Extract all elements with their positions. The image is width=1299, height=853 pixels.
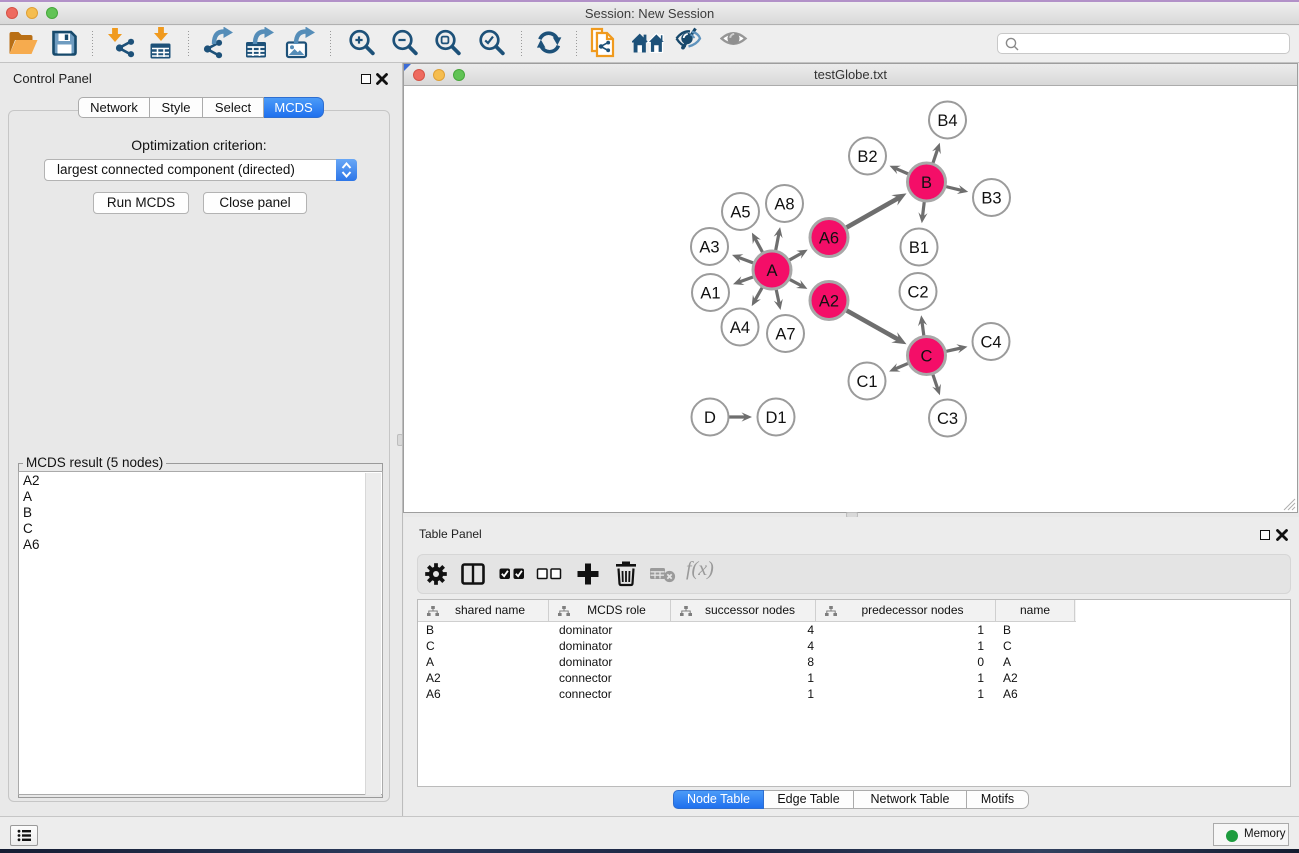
svg-text:A6: A6	[819, 230, 839, 248]
svg-text:A: A	[766, 262, 777, 280]
svg-text:A7: A7	[775, 326, 795, 344]
svg-text:C2: C2	[907, 284, 928, 302]
svg-text:A1: A1	[700, 285, 720, 303]
svg-text:B2: B2	[857, 148, 877, 166]
svg-text:B3: B3	[981, 190, 1001, 208]
svg-text:A5: A5	[730, 204, 750, 222]
svg-text:A3: A3	[699, 239, 719, 257]
svg-text:B4: B4	[937, 112, 957, 130]
svg-text:C: C	[921, 348, 933, 366]
svg-text:A8: A8	[774, 196, 794, 214]
svg-text:D1: D1	[765, 409, 786, 427]
svg-text:C3: C3	[937, 410, 958, 428]
svg-text:C1: C1	[856, 373, 877, 391]
svg-text:A2: A2	[819, 293, 839, 311]
svg-text:D: D	[704, 409, 716, 427]
svg-text:A4: A4	[730, 319, 750, 337]
svg-text:B: B	[921, 174, 932, 192]
svg-text:C4: C4	[980, 334, 1001, 352]
svg-text:B1: B1	[909, 239, 929, 257]
